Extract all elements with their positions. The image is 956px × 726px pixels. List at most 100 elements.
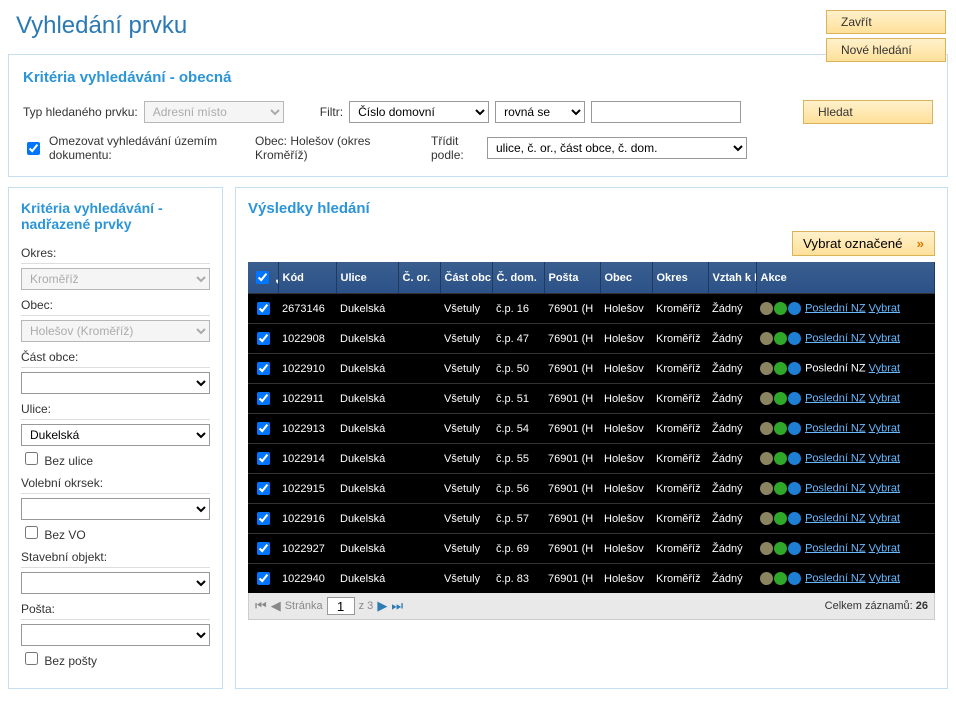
- zoom-icon[interactable]: [760, 452, 773, 465]
- close-button[interactable]: Zavřít: [826, 10, 946, 34]
- bez-ulice-checkbox[interactable]: [25, 452, 38, 465]
- col-posta[interactable]: Pošta: [544, 262, 600, 294]
- zoom-icon[interactable]: [760, 422, 773, 435]
- posledni-nz-link[interactable]: Poslední NZ: [805, 542, 866, 554]
- vybrat-link[interactable]: Vybrat: [869, 392, 900, 404]
- col-okres[interactable]: Okres: [652, 262, 708, 294]
- zoom-icon[interactable]: [760, 302, 773, 315]
- pager-page-input[interactable]: [327, 597, 355, 615]
- vybrat-link[interactable]: Vybrat: [869, 542, 900, 554]
- okres-select: Kroměříž: [21, 268, 210, 290]
- posledni-nz-link[interactable]: Poslední NZ: [805, 392, 866, 404]
- globe-icon[interactable]: [788, 512, 801, 525]
- status-ok-icon[interactable]: [774, 422, 787, 435]
- row-checkbox[interactable]: [257, 422, 270, 435]
- globe-icon[interactable]: [788, 302, 801, 315]
- cell-vztah: Žádný: [708, 474, 756, 504]
- status-ok-icon[interactable]: [774, 302, 787, 315]
- filter-op-select[interactable]: rovná se: [495, 101, 585, 123]
- globe-icon[interactable]: [788, 332, 801, 345]
- globe-icon[interactable]: [788, 482, 801, 495]
- col-cdom[interactable]: Č. dom.: [492, 262, 544, 294]
- ulice-select[interactable]: Dukelská: [21, 424, 210, 446]
- pager-next-icon[interactable]: ▶: [377, 598, 387, 614]
- zoom-icon[interactable]: [760, 392, 773, 405]
- posta-select[interactable]: [21, 624, 210, 646]
- cell-ulice: Dukelská: [336, 294, 398, 324]
- col-ulice[interactable]: Ulice: [336, 262, 398, 294]
- bez-posty-checkbox[interactable]: [25, 652, 38, 665]
- globe-icon[interactable]: [788, 392, 801, 405]
- vybrat-link[interactable]: Vybrat: [869, 512, 900, 524]
- vybrat-link[interactable]: Vybrat: [869, 302, 900, 314]
- row-checkbox[interactable]: [257, 302, 270, 315]
- cell-kod: 1022911: [278, 384, 336, 414]
- zoom-icon[interactable]: [760, 572, 773, 585]
- select-all-checkbox[interactable]: [256, 271, 269, 284]
- row-checkbox[interactable]: [257, 392, 270, 405]
- posledni-nz-link[interactable]: Poslední NZ: [805, 482, 866, 494]
- status-ok-icon[interactable]: [774, 542, 787, 555]
- cell-ulice: Dukelská: [336, 444, 398, 474]
- col-akce[interactable]: Akce: [756, 262, 935, 294]
- status-ok-icon[interactable]: [774, 362, 787, 375]
- vybrat-link[interactable]: Vybrat: [869, 452, 900, 464]
- select-marked-button[interactable]: Vybrat označené»: [792, 231, 935, 256]
- posta-label: Pošta:: [21, 602, 210, 616]
- zoom-icon[interactable]: [760, 542, 773, 555]
- posledni-nz-link[interactable]: Poslední NZ: [805, 332, 866, 344]
- pager-last-icon[interactable]: ⏭: [391, 598, 403, 614]
- row-checkbox[interactable]: [257, 332, 270, 345]
- zoom-icon[interactable]: [760, 482, 773, 495]
- row-checkbox[interactable]: [257, 542, 270, 555]
- row-checkbox[interactable]: [257, 452, 270, 465]
- status-ok-icon[interactable]: [774, 512, 787, 525]
- status-ok-icon[interactable]: [774, 332, 787, 345]
- cast-obce-select[interactable]: [21, 372, 210, 394]
- globe-icon[interactable]: [788, 542, 801, 555]
- posledni-nz-link[interactable]: Poslední NZ: [805, 452, 866, 464]
- vybrat-link[interactable]: Vybrat: [869, 422, 900, 434]
- posledni-nz-link[interactable]: Poslední NZ: [805, 512, 866, 524]
- col-vztah[interactable]: Vztah k N: [708, 262, 756, 294]
- col-obec[interactable]: Obec: [600, 262, 652, 294]
- vo-select[interactable]: [21, 498, 210, 520]
- row-checkbox[interactable]: [257, 482, 270, 495]
- pager-first-icon[interactable]: ⏮: [255, 598, 267, 614]
- filter-field-select[interactable]: Číslo domovní: [349, 101, 489, 123]
- status-ok-icon[interactable]: [774, 482, 787, 495]
- vybrat-link[interactable]: Vybrat: [869, 362, 900, 374]
- vybrat-link[interactable]: Vybrat: [869, 482, 900, 494]
- col-cast[interactable]: Část obc: [440, 262, 492, 294]
- col-kod[interactable]: Kód: [278, 262, 336, 294]
- search-button[interactable]: Hledat: [803, 100, 933, 124]
- globe-icon[interactable]: [788, 362, 801, 375]
- filter-value-input[interactable]: [591, 101, 741, 123]
- zoom-icon[interactable]: [760, 332, 773, 345]
- sort-select[interactable]: ulice, č. or., část obce, č. dom.: [487, 137, 747, 159]
- zoom-icon[interactable]: [760, 362, 773, 375]
- so-select[interactable]: [21, 572, 210, 594]
- globe-icon[interactable]: [788, 422, 801, 435]
- col-cor[interactable]: Č. or.: [398, 262, 440, 294]
- status-ok-icon[interactable]: [774, 572, 787, 585]
- pager-prev-icon[interactable]: ◀: [271, 598, 281, 614]
- globe-icon[interactable]: [788, 572, 801, 585]
- status-ok-icon[interactable]: [774, 392, 787, 405]
- row-checkbox[interactable]: [257, 512, 270, 525]
- posledni-nz-link[interactable]: Poslední NZ: [805, 302, 866, 314]
- posledni-nz-link[interactable]: Poslední NZ: [805, 422, 866, 434]
- vybrat-link[interactable]: Vybrat: [869, 332, 900, 344]
- globe-icon[interactable]: [788, 452, 801, 465]
- posledni-nz-link[interactable]: Poslední NZ: [805, 572, 866, 584]
- vybrat-link[interactable]: Vybrat: [869, 572, 900, 584]
- row-checkbox[interactable]: [257, 362, 270, 375]
- row-checkbox[interactable]: [257, 572, 270, 585]
- bez-vo-checkbox[interactable]: [25, 526, 38, 539]
- new-search-button[interactable]: Nové hledání: [826, 38, 946, 62]
- table-row: 1022914DukelskáVšetulyč.p. 5576901 (HHol…: [248, 444, 935, 474]
- status-ok-icon[interactable]: [774, 452, 787, 465]
- limit-by-territory-checkbox[interactable]: [27, 142, 40, 155]
- select-all-header[interactable]: ✔: [248, 262, 278, 294]
- zoom-icon[interactable]: [760, 512, 773, 525]
